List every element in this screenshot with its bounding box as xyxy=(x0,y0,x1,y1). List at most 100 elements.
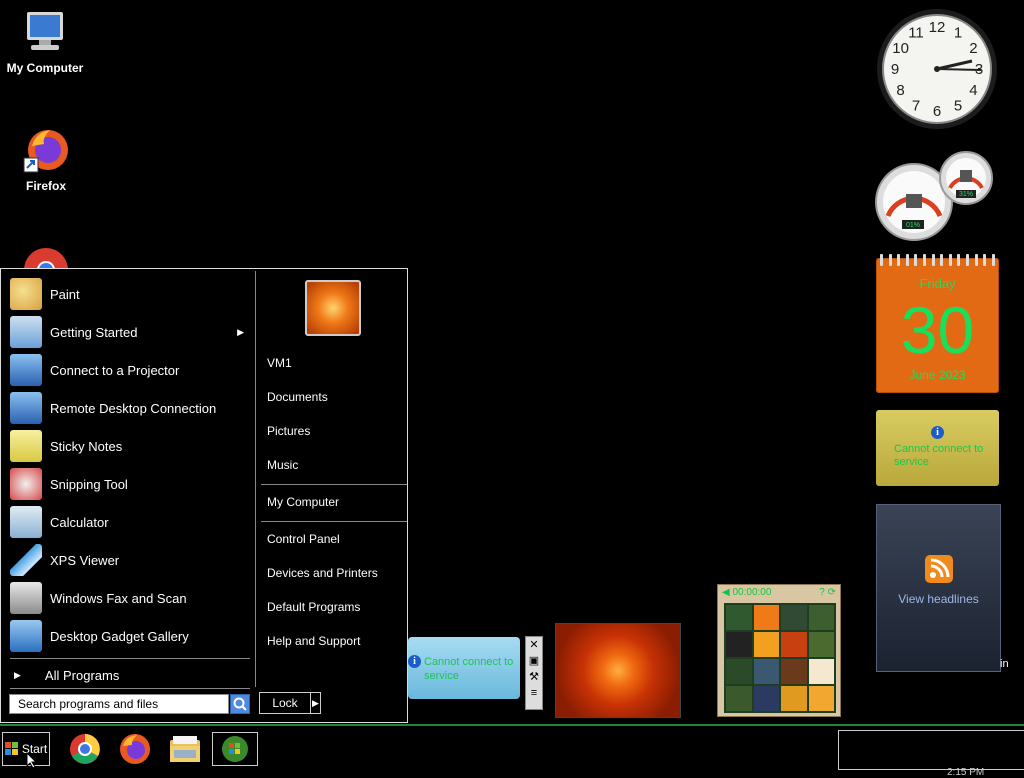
clock-numeral: 5 xyxy=(954,97,962,114)
calendar-weekday: Friday xyxy=(919,276,956,291)
menu-separator xyxy=(10,658,250,659)
cpu-meter-gadget[interactable]: 01% 31% xyxy=(874,150,1000,242)
firefox-icon[interactable] xyxy=(118,732,152,766)
calendar-day-number: 30 xyxy=(900,293,975,367)
explorer-icon[interactable] xyxy=(168,732,202,766)
clock-numeral: 11 xyxy=(908,25,924,42)
snipping-tool-icon xyxy=(10,468,42,500)
place-control-panel[interactable]: Control Panel xyxy=(267,532,340,546)
sticky-notes-icon xyxy=(10,430,42,462)
clock-numeral: 7 xyxy=(912,97,920,114)
puzzle-back-icon[interactable]: ◀ xyxy=(722,587,730,598)
calendar-month-year: June 2023 xyxy=(909,368,966,382)
resize-icon[interactable]: ▣ xyxy=(526,653,542,669)
mouse-cursor-icon xyxy=(26,752,38,768)
program-label: Paint xyxy=(50,286,80,302)
calendar-rings xyxy=(880,254,995,266)
taskbar: Start 2:15 PM xyxy=(0,724,1024,778)
menu-separator xyxy=(261,521,407,522)
clock-numeral: 10 xyxy=(892,40,909,57)
fax-scan-icon xyxy=(10,582,42,614)
place-user-vm1[interactable]: VM1 xyxy=(267,356,292,370)
menu-separator xyxy=(10,688,250,689)
program-sticky-notes[interactable]: Sticky Notes xyxy=(10,428,250,464)
gadget-gallery-icon xyxy=(10,620,42,652)
program-remote-desktop[interactable]: Remote Desktop Connection xyxy=(10,390,250,426)
program-calculator[interactable]: Calculator xyxy=(10,504,250,540)
memory-value: 31% xyxy=(959,191,973,198)
program-snipping-tool[interactable]: Snipping Tool xyxy=(10,466,250,502)
puzzle-title-bar: ◀ 00:00:00 ? ⟳ xyxy=(722,587,836,601)
program-label: Connect to a Projector xyxy=(50,362,180,378)
place-my-computer[interactable]: My Computer xyxy=(267,495,339,509)
chrome-icon[interactable] xyxy=(68,732,102,766)
info-icon: i xyxy=(931,426,944,439)
media-center-button[interactable] xyxy=(212,732,258,766)
lock-options-arrow-icon[interactable]: ▶ xyxy=(310,692,321,714)
search-icon[interactable] xyxy=(230,694,250,714)
start-menu: Paint Getting Started ▶ Connect to a Pro… xyxy=(0,268,408,723)
all-programs-button[interactable]: ▶ All Programs xyxy=(10,664,250,686)
paint-icon xyxy=(10,278,42,310)
start-menu-programs: Paint Getting Started ▶ Connect to a Pro… xyxy=(2,270,254,722)
clock-numeral: 1 xyxy=(954,25,962,42)
notification-area[interactable]: 2:15 PM xyxy=(838,730,1024,778)
puzzle-grid[interactable] xyxy=(724,603,836,713)
menu-column-divider xyxy=(255,271,256,687)
program-gadget-gallery[interactable]: Desktop Gadget Gallery xyxy=(10,618,250,654)
drag-handle-icon[interactable]: ≡ xyxy=(526,685,542,701)
desktop-icon-my-computer[interactable]: My Computer xyxy=(0,8,90,75)
xps-viewer-icon xyxy=(10,544,42,576)
options-wrench-icon[interactable]: ⚒ xyxy=(526,669,542,685)
close-icon[interactable]: ✕ xyxy=(526,637,542,653)
place-pictures[interactable]: Pictures xyxy=(267,424,310,438)
program-label: Getting Started xyxy=(50,324,138,340)
weather-gadget[interactable]: i Cannot connect to service xyxy=(876,410,999,486)
remote-desktop-icon xyxy=(10,392,42,424)
currency-gadget[interactable]: i Cannot connect to service xyxy=(408,637,520,699)
user-avatar[interactable] xyxy=(305,280,361,336)
place-default-programs[interactable]: Default Programs xyxy=(267,600,360,614)
computer-icon xyxy=(27,12,63,50)
picture-puzzle-gadget[interactable]: ◀ 00:00:00 ? ⟳ xyxy=(717,584,841,717)
desktop-icon-firefox[interactable]: Firefox xyxy=(1,126,91,193)
place-music[interactable]: Music xyxy=(267,458,298,472)
program-label: Calculator xyxy=(50,514,109,530)
lock-button[interactable]: Lock xyxy=(259,692,311,714)
feed-side-text: in xyxy=(1000,658,1009,670)
clock-numeral: 9 xyxy=(891,61,899,78)
media-center-icon xyxy=(222,736,248,762)
program-label: Sticky Notes xyxy=(50,438,123,454)
view-headlines-link[interactable]: View headlines xyxy=(877,592,1000,606)
calendar-gadget[interactable]: Friday 30 June 2023 xyxy=(876,254,999,393)
desktop-icon-label: Firefox xyxy=(25,179,66,193)
program-xps-viewer[interactable]: XPS Viewer xyxy=(10,542,250,578)
puzzle-timer: 00:00:00 xyxy=(732,587,772,598)
projector-icon xyxy=(10,354,42,386)
program-paint[interactable]: Paint xyxy=(10,276,250,312)
place-documents[interactable]: Documents xyxy=(267,390,328,404)
currency-message: Cannot connect to service xyxy=(424,656,514,682)
start-menu-places: VM1 Documents Pictures Music My Computer… xyxy=(257,270,407,722)
gadget-toolbar: ✕ ▣ ⚒ ≡ xyxy=(525,636,543,710)
program-label: Desktop Gadget Gallery xyxy=(50,628,189,644)
search-input[interactable]: Search programs and files xyxy=(9,694,229,714)
program-label: XPS Viewer xyxy=(50,552,120,568)
tray-clock[interactable]: 2:15 PM xyxy=(947,767,984,778)
clock-numeral: 4 xyxy=(969,82,977,99)
program-getting-started[interactable]: Getting Started ▶ xyxy=(10,314,250,350)
place-devices-printers[interactable]: Devices and Printers xyxy=(267,566,378,580)
clock-numeral: 8 xyxy=(896,82,904,99)
clock-gadget[interactable]: 121234567891011 xyxy=(876,8,998,130)
rss-icon xyxy=(925,555,953,583)
clock-numeral: 6 xyxy=(933,103,941,120)
program-label: Snipping Tool xyxy=(50,476,128,492)
program-fax-scan[interactable]: Windows Fax and Scan xyxy=(10,580,250,616)
program-connect-projector[interactable]: Connect to a Projector xyxy=(10,352,250,388)
feed-headlines-gadget[interactable]: View headlines xyxy=(876,504,1001,672)
puzzle-help-icon[interactable]: ? ⟳ xyxy=(819,587,836,598)
getting-started-icon xyxy=(10,316,42,348)
place-help-support[interactable]: Help and Support xyxy=(267,634,360,648)
slideshow-gadget[interactable] xyxy=(555,623,681,718)
desktop-icon-label: My Computer xyxy=(6,61,84,75)
